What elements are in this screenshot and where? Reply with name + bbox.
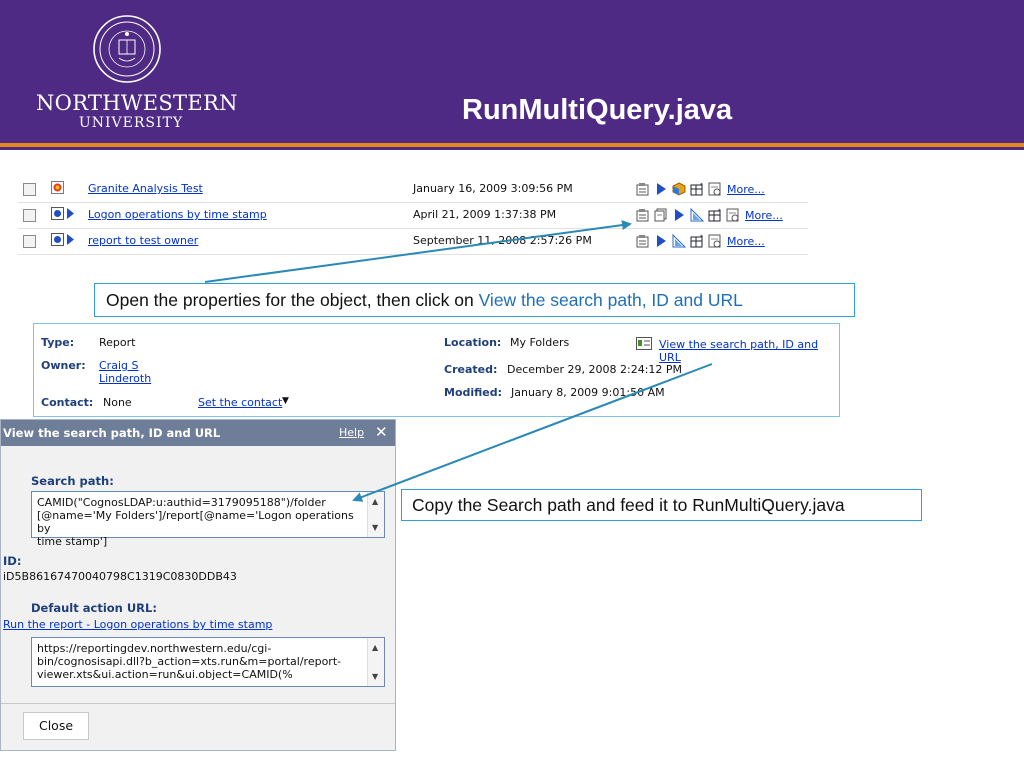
annotation-arrows bbox=[204, 220, 713, 502]
arrow-to-search-path bbox=[352, 363, 713, 502]
arrow-to-properties-icon bbox=[204, 220, 632, 283]
